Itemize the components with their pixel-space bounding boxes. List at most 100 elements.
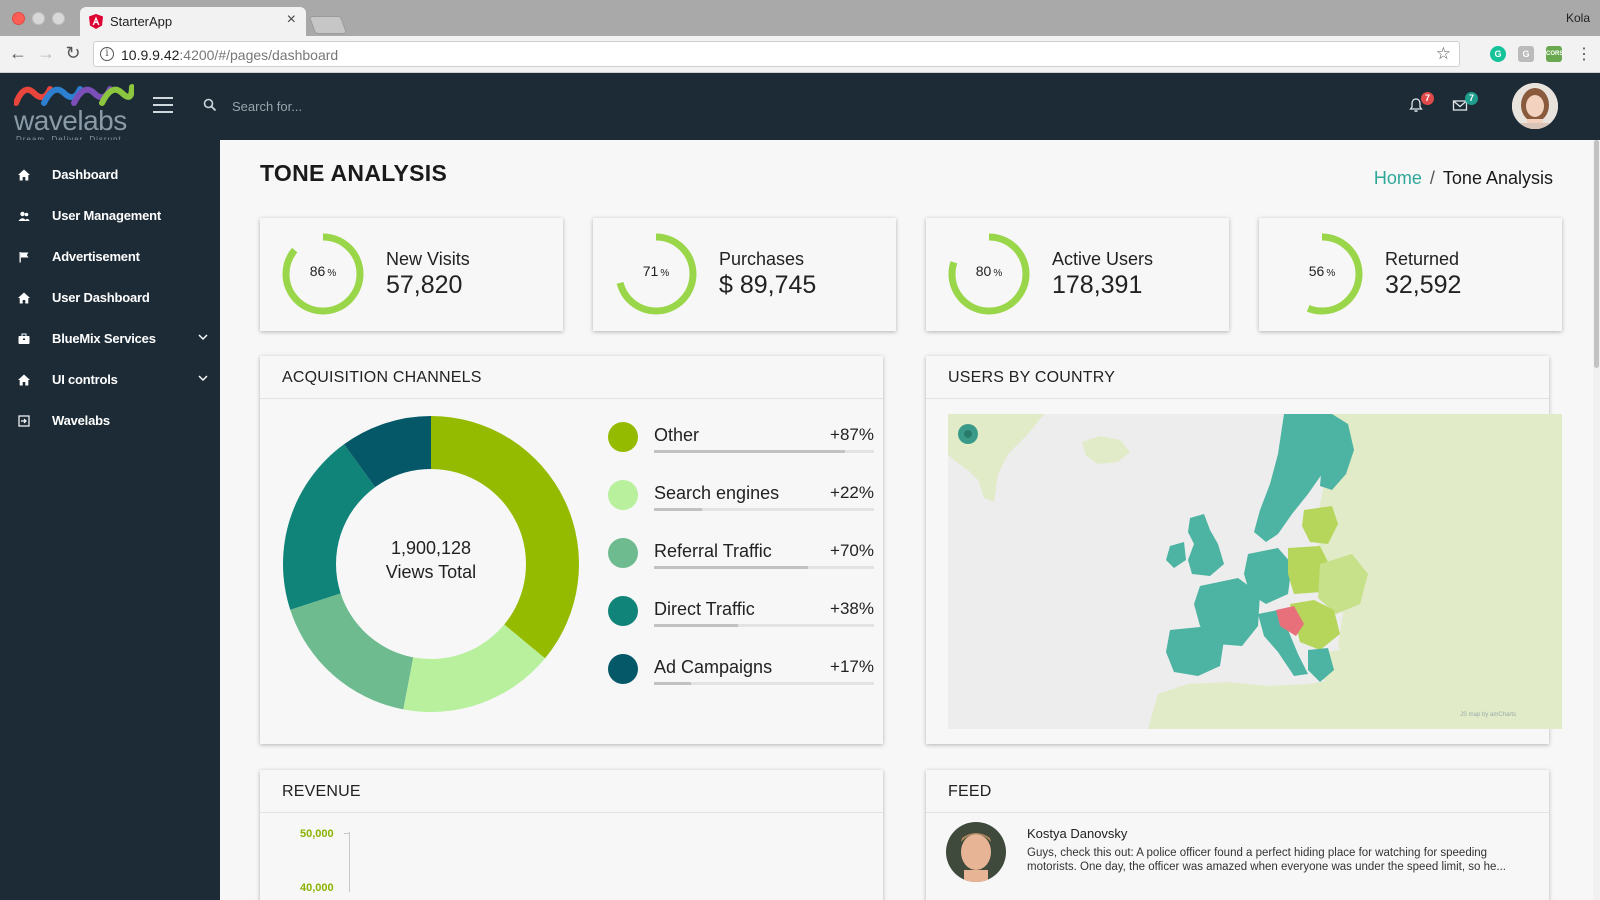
breadcrumb-separator: /: [1429, 168, 1435, 188]
legend-item[interactable]: Ad Campaigns +17%: [608, 654, 874, 712]
sidebar-item-advertisement[interactable]: Advertisement: [0, 238, 220, 276]
wavelabs-logo[interactable]: wavelabs Dream. Deliver. Disrupt.: [14, 79, 134, 144]
chevron-down-icon[interactable]: [198, 332, 208, 342]
acquisition-channels-panel: ACQUISITION CHANNELS 1,900,128 Views Tot…: [260, 356, 883, 744]
stat-label: Returned: [1385, 249, 1460, 269]
stat-value: 57,820: [386, 271, 463, 299]
legend-channel-name: Referral Traffic: [654, 541, 772, 561]
legend-progress-track: [654, 682, 874, 685]
revenue-axis-tick: 50,000: [300, 828, 334, 840]
panel-title: USERS BY COUNTRY: [948, 369, 1116, 386]
extension-icon[interactable]: G: [1518, 46, 1534, 62]
legend-color-dot: [608, 596, 638, 626]
legend-item[interactable]: Other +87%: [608, 422, 874, 480]
sidebar-item-ui-controls[interactable]: UI controls: [0, 361, 220, 399]
stat-card-active-users: 80% Active Users 178,391: [926, 218, 1229, 331]
maximize-window-button[interactable]: [52, 12, 65, 25]
legend-channel-change: +38%: [830, 599, 874, 618]
forward-arrow-icon[interactable]: →: [36, 43, 56, 64]
new-tab-button[interactable]: [308, 16, 348, 34]
legend-progress-fill: [654, 508, 703, 511]
legend-color-dot: [608, 422, 638, 452]
feed-panel: FEED Kostya Danovsky Guys, check this ou…: [926, 770, 1549, 900]
feed-avatar-image: [946, 822, 1006, 882]
stat-percent: 56%: [1308, 263, 1336, 279]
sidebar-item-bluemix-services[interactable]: BlueMix Services: [0, 320, 220, 358]
legend-channel-change: +22%: [830, 483, 874, 502]
stat-value: 178,391: [1052, 271, 1143, 299]
sidebar-item-user-management[interactable]: User Management: [0, 197, 220, 235]
messages-badge: 7: [1465, 92, 1478, 105]
stat-card-returned: 56% Returned 32,592: [1259, 218, 1562, 331]
sidebar-item-label: UI controls: [52, 372, 118, 387]
legend-channel-change: +70%: [830, 541, 874, 560]
feed-post-text: Guys, check this out: A police officer f…: [1027, 847, 1506, 873]
sidebar-item-label: Dashboard: [52, 167, 119, 182]
revenue-axis-tick: 40,000: [300, 882, 334, 894]
tab-close-icon[interactable]: ×: [287, 11, 296, 29]
sidebar-item-label: User Dashboard: [52, 290, 150, 305]
sidebar-item-dashboard[interactable]: Dashboard: [0, 156, 220, 194]
scrollbar-thumb[interactable]: [1594, 140, 1599, 368]
legend-progress-track: [654, 508, 874, 511]
revenue-axis-line: [349, 832, 350, 892]
donut-slice-referral-traffic[interactable]: [290, 593, 414, 710]
legend-progress-fill: [654, 566, 808, 569]
legend-progress-track: [654, 450, 874, 453]
user-avatar[interactable]: [1512, 83, 1558, 129]
legend-progress-track: [654, 624, 874, 627]
feed-author-name[interactable]: Kostya Danovsky: [1027, 826, 1127, 841]
legend-item[interactable]: Direct Traffic +38%: [608, 596, 874, 654]
feed-author-avatar[interactable]: [946, 822, 1006, 882]
europe-map[interactable]: JS map by amCharts: [948, 414, 1562, 729]
panel-header: FEED: [926, 770, 1549, 813]
panel-title: REVENUE: [282, 783, 361, 800]
home-icon: [18, 292, 30, 304]
minimize-window-button[interactable]: [32, 12, 45, 25]
panel-header: REVENUE: [260, 770, 883, 813]
main-content: TONE ANALYSIS Home / Tone Analysis 86% New…: [220, 140, 1593, 900]
search-input[interactable]: [232, 94, 532, 118]
sidebar-item-user-dashboard[interactable]: User Dashboard: [0, 279, 220, 317]
panel-title: FEED: [948, 783, 992, 800]
reload-icon[interactable]: ↻: [63, 43, 83, 64]
map-credit: JS map by amCharts: [1460, 712, 1516, 718]
browser-tab[interactable]: StarterApp ×: [80, 7, 306, 36]
chevron-down-icon[interactable]: [198, 373, 208, 383]
browser-menu-icon[interactable]: ⋮: [1576, 44, 1592, 64]
url-text[interactable]: 10.9.9.42:4200/#/pages/dashboard: [121, 47, 338, 63]
users-icon: [18, 211, 30, 221]
search-icon: [203, 98, 217, 112]
browser-tabbar: StarterApp × Kola: [0, 0, 1600, 36]
donut-slice-direct-traffic[interactable]: [283, 444, 376, 610]
sidebar-item-wavelabs[interactable]: Wavelabs: [0, 402, 220, 440]
grammarly-extension-icon[interactable]: G: [1490, 46, 1506, 62]
address-bar[interactable]: i 10.9.9.42:4200/#/pages/dashboard ☆: [93, 41, 1460, 67]
legend-color-dot: [608, 538, 638, 568]
stat-label: New Visits: [386, 249, 470, 269]
browser-profile-name[interactable]: Kola: [1566, 11, 1590, 25]
stat-percent: 71%: [642, 263, 670, 279]
legend-channel-name: Other: [654, 425, 700, 445]
briefcase-icon: [18, 333, 30, 344]
legend-channel-name: Search engines: [654, 483, 780, 503]
legend-progress-fill: [654, 624, 738, 627]
close-window-button[interactable]: [12, 12, 25, 25]
cors-extension-icon[interactable]: CORS: [1546, 46, 1563, 62]
panel-header: ACQUISITION CHANNELS: [260, 356, 883, 399]
stat-label: Active Users: [1052, 249, 1154, 269]
back-arrow-icon[interactable]: ←: [8, 43, 28, 64]
menu-toggle-icon[interactable]: [153, 97, 173, 113]
sidebar-item-label: Advertisement: [52, 249, 140, 264]
legend-item[interactable]: Referral Traffic +70%: [608, 538, 874, 596]
stat-value: 32,592: [1385, 271, 1462, 299]
panel-title: ACQUISITION CHANNELS: [282, 369, 482, 386]
notifications-badge: 7: [1421, 92, 1434, 105]
legend-channel-change: +17%: [830, 657, 874, 676]
bookmark-star-icon[interactable]: ☆: [1436, 44, 1451, 64]
info-icon[interactable]: i: [100, 47, 114, 61]
breadcrumb-home-link[interactable]: Home: [1374, 168, 1422, 188]
legend-item[interactable]: Search engines +22%: [608, 480, 874, 538]
page-scrollbar[interactable]: [1593, 140, 1600, 900]
flag-icon: [19, 252, 29, 263]
